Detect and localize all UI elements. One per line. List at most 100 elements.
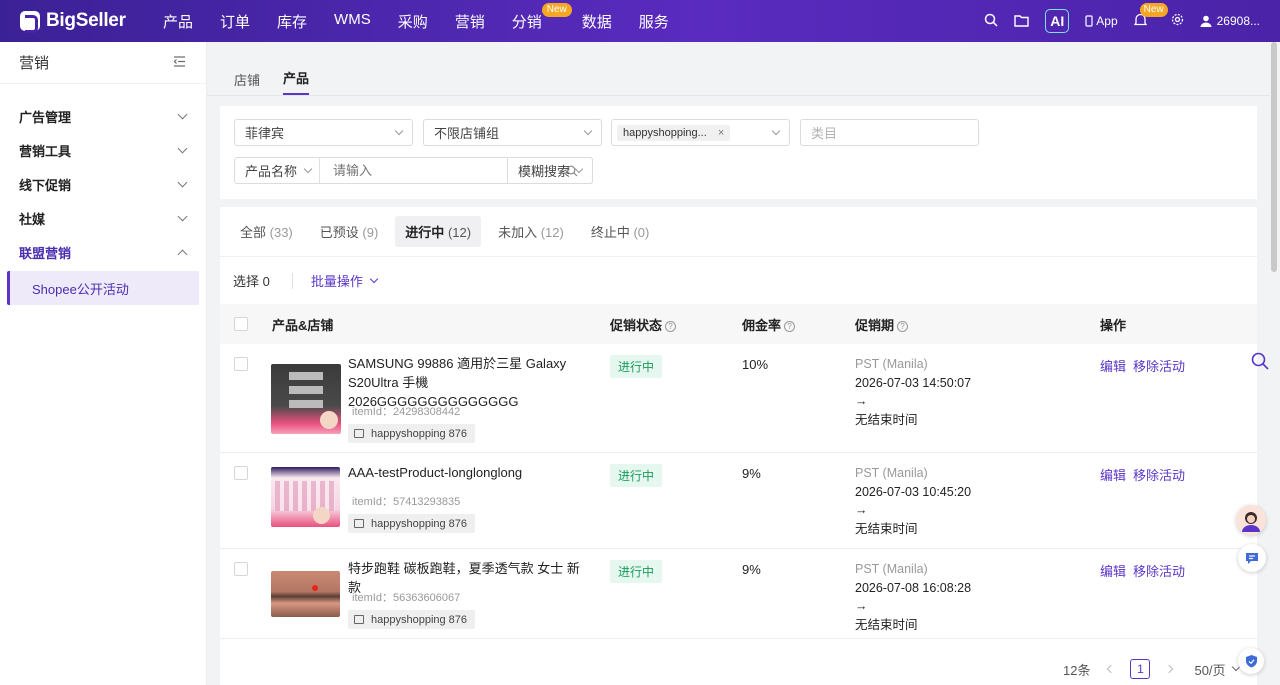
row-checkbox[interactable] — [234, 357, 248, 371]
arrow-right-icon: → — [855, 599, 868, 613]
status-tab-label: 终止中 — [590, 225, 630, 240]
nav-item-marketing[interactable]: 营销 — [455, 11, 485, 32]
collapse-sidebar-icon[interactable] — [173, 54, 186, 71]
next-page-icon[interactable] — [1165, 664, 1174, 674]
nav-item-data[interactable]: 数据 — [582, 11, 612, 32]
row-checkbox[interactable] — [234, 466, 248, 480]
chevron-down-icon — [394, 126, 404, 136]
bigseller-logo[interactable]: BigSeller — [20, 10, 160, 33]
help-icon[interactable]: ? — [897, 320, 909, 332]
sidebar-group-ads[interactable]: 广告管理 — [0, 99, 206, 133]
sidebar-header: 营销 — [0, 42, 206, 84]
end-time: 无结束时间 — [855, 412, 918, 427]
status-tab-terminating[interactable]: 终止中 (0) — [581, 216, 660, 247]
sidebar-group-social[interactable]: 社媒 — [0, 201, 206, 235]
chevron-up-icon — [177, 249, 188, 259]
shop-multiselect[interactable]: happyshopping... × — [611, 119, 790, 146]
scrollbar[interactable] — [1271, 42, 1277, 272]
shield-helper-icon[interactable] — [1238, 648, 1264, 674]
nav-item-orders[interactable]: 订单 — [220, 11, 250, 32]
remove-activity-link[interactable]: 移除活动 — [1133, 468, 1185, 483]
tab-shop[interactable]: 店铺 — [234, 70, 260, 95]
nav-item-purchase[interactable]: 采购 — [398, 11, 428, 32]
sidebar-group-label: 线下促销 — [19, 177, 72, 193]
status-tab-count: (9) — [362, 225, 379, 240]
promo-period: PST (Manila) 2026-07-03 14:50:07 → 无结束时间 — [855, 355, 971, 429]
user-menu[interactable]: 26908... — [1200, 14, 1260, 28]
bell-icon[interactable]: New — [1133, 2, 1168, 30]
nav-item-wms[interactable]: WMS — [334, 11, 371, 32]
sidebar-item-shopee-open-campaign[interactable]: Shopee公开活动 — [7, 271, 199, 305]
edit-link[interactable]: 编辑 — [1100, 359, 1126, 374]
sidebar-group-offline-promo[interactable]: 线下促销 — [0, 167, 206, 201]
help-icon[interactable]: ? — [665, 320, 677, 332]
product-image[interactable] — [271, 571, 340, 617]
status-badge: 进行中 — [610, 464, 663, 487]
select-all-checkbox[interactable] — [234, 317, 248, 331]
sidebar-title: 营销 — [19, 55, 50, 72]
status-tab-label: 已预设 — [319, 225, 359, 240]
page-tabs: 店铺 产品 — [207, 42, 1270, 96]
shop-group-select[interactable]: 不限店铺组 — [423, 119, 602, 146]
remove-activity-link[interactable]: 移除活动 — [1133, 564, 1185, 579]
folder-sync-icon[interactable] — [1014, 13, 1029, 30]
user-account-id: 26908... — [1216, 14, 1260, 28]
nav-item-distribution[interactable]: 分销 New — [512, 2, 572, 32]
total-count: 12条 — [1063, 662, 1091, 678]
product-name[interactable]: AAA-testProduct-longlonglong — [348, 463, 588, 482]
floating-search-icon[interactable] — [1251, 352, 1269, 373]
product-image[interactable] — [271, 467, 340, 527]
ai-button[interactable]: AI — [1045, 9, 1070, 33]
edit-link[interactable]: 编辑 — [1100, 468, 1126, 483]
country-value: 菲律宾 — [245, 126, 285, 141]
help-icon[interactable]: ? — [784, 320, 796, 332]
timezone: PST (Manila) — [855, 357, 928, 371]
customer-service-avatar[interactable] — [1236, 505, 1266, 535]
row-checkbox[interactable] — [234, 562, 248, 576]
promo-period: PST (Manila) 2026-07-03 10:45:20 → 无结束时间 — [855, 464, 971, 538]
nav-item-services[interactable]: 服务 — [639, 11, 669, 32]
page-size-select[interactable]: 50/页 — [1194, 660, 1240, 679]
nav-item-products[interactable]: 产品 — [163, 11, 193, 32]
main-content: 店铺 产品 菲律宾 不限店铺组 happyshopping... × 类目 产品… — [207, 42, 1270, 685]
status-badge: 进行中 — [610, 560, 663, 583]
row-actions: 编辑 移除活动 — [1100, 561, 1192, 580]
shop-group-value: 不限店铺组 — [434, 126, 500, 141]
sidebar-group-affiliate[interactable]: 联盟营销 — [0, 235, 206, 269]
search-field-value: 产品名称 — [245, 164, 298, 179]
commission-rate: 9% — [742, 562, 761, 577]
search-icon[interactable] — [984, 13, 998, 30]
header-rate-label: 佣金率 — [742, 317, 782, 333]
category-select[interactable]: 类目 — [800, 119, 979, 146]
close-icon[interactable]: × — [718, 127, 724, 139]
edit-link[interactable]: 编辑 — [1100, 564, 1126, 579]
selected-count: 选择 0 — [233, 274, 270, 289]
chat-icon[interactable] — [1238, 544, 1266, 572]
status-tab-not-joined[interactable]: 未加入 (12) — [488, 216, 574, 247]
search-mode-select[interactable]: 模糊搜索 — [507, 157, 593, 184]
prev-page-icon[interactable] — [1107, 664, 1116, 674]
search-field-select[interactable]: 产品名称 — [235, 158, 320, 183]
nav-item-inventory[interactable]: 库存 — [277, 11, 307, 32]
page-number[interactable]: 1 — [1130, 659, 1151, 679]
logo-text: BigSeller — [46, 10, 126, 31]
selected-shop-label: happyshopping... — [623, 126, 707, 139]
notification-new-badge: New — [1139, 2, 1168, 17]
sidebar-group-marketing-tools[interactable]: 营销工具 — [0, 133, 206, 167]
app-link[interactable]: App — [1085, 14, 1118, 28]
row-actions: 编辑 移除活动 — [1100, 356, 1192, 375]
end-time: 无结束时间 — [855, 521, 918, 536]
chevron-down-icon — [177, 109, 188, 119]
status-tab-all[interactable]: 全部 (33) — [230, 216, 303, 247]
status-tab-preset[interactable]: 已预设 (9) — [310, 216, 389, 247]
bulk-operation-dropdown[interactable]: 批量操作 — [311, 271, 379, 290]
tab-product[interactable]: 产品 — [283, 68, 310, 95]
settings-gear-icon[interactable] — [1171, 13, 1184, 29]
divider — [291, 272, 293, 289]
remove-activity-link[interactable]: 移除活动 — [1133, 359, 1185, 374]
shop-tag: happyshopping 876 — [348, 514, 476, 533]
product-image[interactable] — [271, 364, 341, 434]
country-select[interactable]: 菲律宾 — [234, 119, 413, 146]
header-ops: 操作 — [1100, 317, 1127, 333]
status-tab-ongoing[interactable]: 进行中 (12) — [395, 216, 482, 247]
